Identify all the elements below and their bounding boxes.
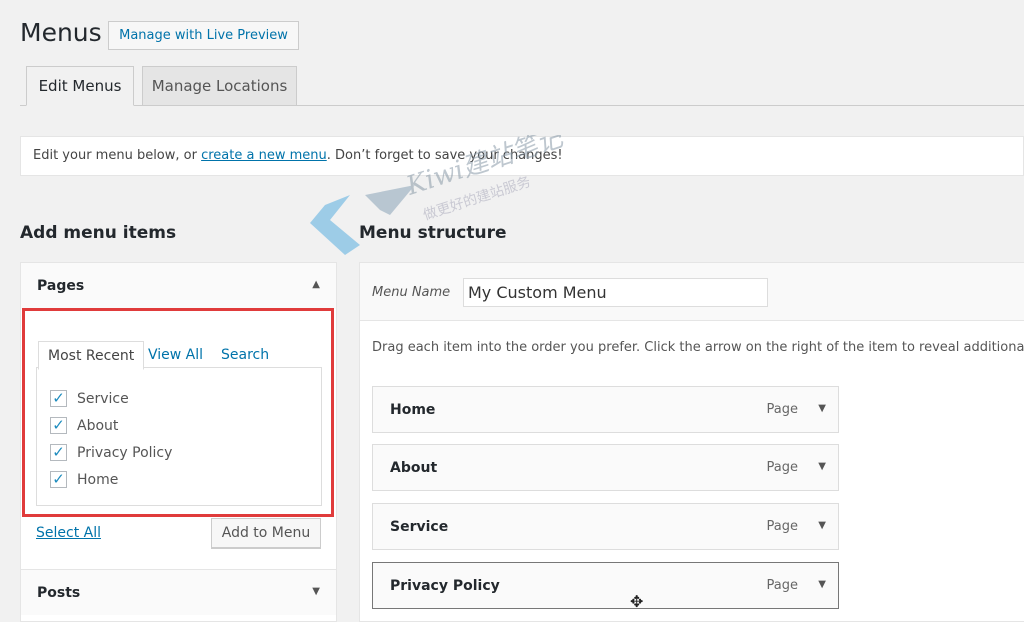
checkbox-checked[interactable]: ✓ [50, 471, 67, 488]
pages-section-header[interactable]: Pages ▲ [21, 263, 336, 309]
menu-item[interactable]: About Page ▼ [372, 444, 839, 491]
tab-most-recent[interactable]: Most Recent [38, 341, 145, 370]
add-to-menu-button[interactable]: Add to Menu [211, 518, 321, 548]
posts-section-header[interactable]: Posts ▼ [21, 569, 336, 615]
menu-item[interactable]: Service Page ▼ [372, 503, 839, 550]
create-menu-link[interactable]: create a new menu [201, 148, 327, 163]
checkbox-checked[interactable]: ✓ [50, 390, 67, 407]
menu-item-title: About [390, 460, 438, 476]
pages-tab-panel-highlight: Most Recent View All Search ✓ Service ✓ Ab… [22, 308, 334, 517]
page-checkbox-item[interactable]: ✓ Privacy Policy [50, 439, 308, 466]
tab-search[interactable]: Search [212, 341, 278, 370]
page-checkbox-item[interactable]: ✓ About [50, 412, 308, 439]
tab-edit-menus[interactable]: Edit Menus [26, 66, 134, 106]
page-label: Home [77, 471, 119, 488]
page-label: Service [77, 390, 129, 407]
notice-text-end: . Don’t forget to save your changes! [326, 148, 563, 163]
menu-structure-panel: Menu Name Drag each item into the order … [359, 262, 1024, 622]
instructions: Drag each item into the order you prefer… [372, 340, 1024, 355]
menu-item-title: Service [390, 519, 449, 535]
notice: Edit your menu below, or create a new me… [20, 136, 1024, 176]
menu-name-input[interactable] [463, 278, 768, 307]
manage-live-preview-button[interactable]: Manage with Live Preview [108, 21, 299, 50]
expand-arrow-icon[interactable]: ▼ [818, 461, 826, 472]
menu-item-type: Page [766, 402, 798, 417]
expand-arrow-icon[interactable]: ▼ [818, 579, 826, 590]
expand-arrow-icon[interactable]: ▼ [312, 586, 320, 597]
expand-arrow-icon[interactable]: ▼ [818, 520, 826, 531]
collapse-arrow-icon[interactable]: ▲ [312, 279, 320, 290]
menu-item-type: Page [766, 519, 798, 534]
menu-name-row: Menu Name [360, 263, 1024, 321]
add-menu-items-heading: Add menu items [20, 223, 177, 243]
page-checkbox-item[interactable]: ✓ Home [50, 466, 308, 493]
page-title: Menus [20, 18, 102, 47]
posts-title: Posts [37, 585, 81, 601]
menu-structure-heading: Menu structure [359, 223, 507, 243]
page-label: Privacy Policy [77, 444, 173, 461]
page-label: About [77, 417, 119, 434]
menu-item-title: Home [390, 402, 436, 418]
page-checkbox-item[interactable]: ✓ Service [50, 385, 308, 412]
menu-item-type: Page [766, 460, 798, 475]
select-all-link[interactable]: Select All [36, 525, 101, 541]
menu-item-title: Privacy Policy [390, 578, 500, 594]
tab-manage-locations[interactable]: Manage Locations [142, 66, 297, 106]
pages-list: ✓ Service ✓ About ✓ Privacy Policy ✓ Home [36, 367, 322, 506]
menu-item[interactable]: Home Page ▼ [372, 386, 839, 433]
svg-text:做更好的建站服务: 做更好的建站服务 [421, 174, 532, 224]
tab-divider [20, 105, 1024, 106]
menu-item[interactable]: Privacy Policy Page ▼ [372, 562, 839, 609]
pages-title: Pages [37, 278, 85, 294]
notice-text: Edit your menu below, or [33, 148, 202, 163]
move-cursor-icon: ✥ [630, 592, 644, 611]
checkbox-checked[interactable]: ✓ [50, 444, 67, 461]
checkbox-checked[interactable]: ✓ [50, 417, 67, 434]
menu-item-type: Page [766, 578, 798, 593]
tab-view-all[interactable]: View All [139, 341, 212, 370]
menu-name-label: Menu Name [372, 285, 451, 300]
expand-arrow-icon[interactable]: ▼ [818, 403, 826, 414]
